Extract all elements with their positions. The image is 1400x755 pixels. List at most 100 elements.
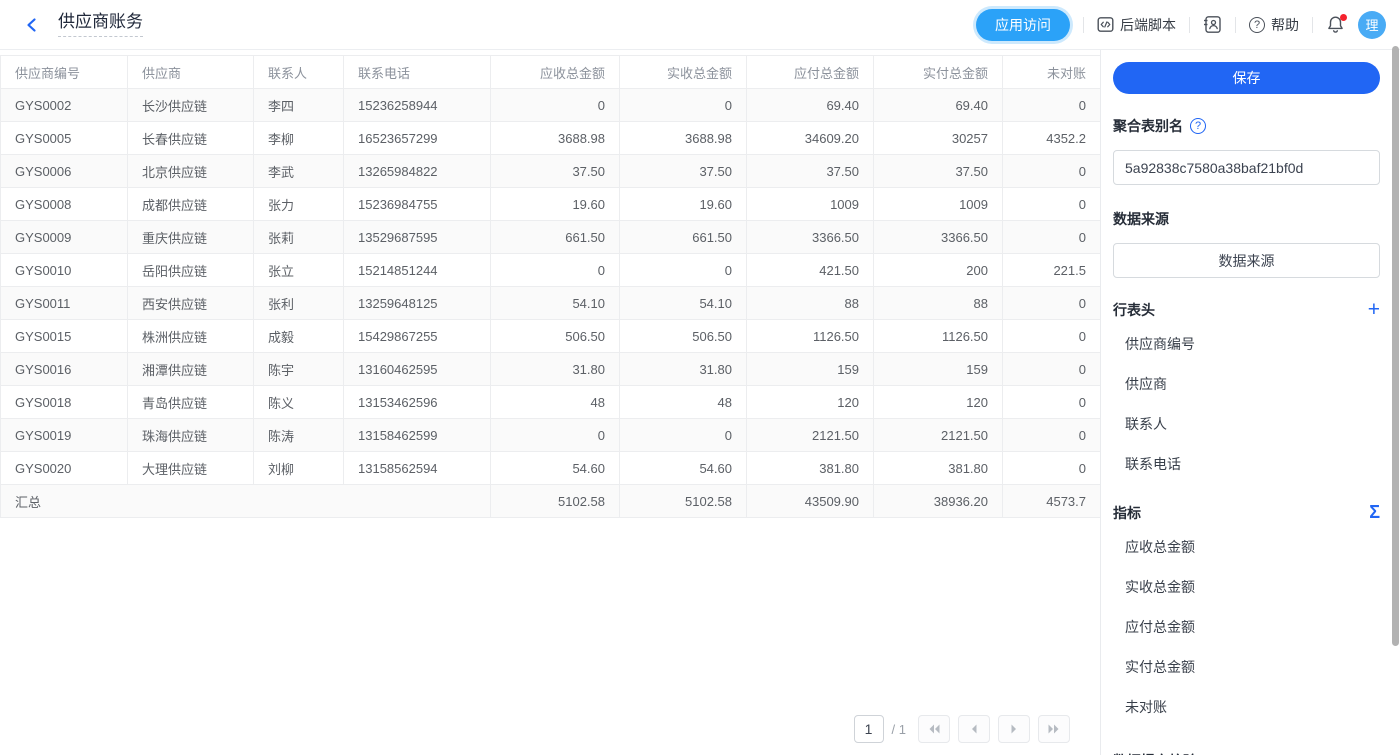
table-cell: 37.50: [620, 155, 747, 188]
table-cell: 48: [491, 386, 620, 419]
summary-value-cell: 38936.20: [874, 485, 1003, 518]
table-cell: 陈宇: [254, 353, 344, 386]
double-chevron-left-icon: [927, 723, 941, 735]
metric-item[interactable]: 未对账: [1113, 687, 1380, 727]
table-cell: 30257: [874, 122, 1003, 155]
table-cell: 0: [491, 419, 620, 452]
table-cell: 湘潭供应链: [128, 353, 254, 386]
table-cell: GYS0020: [1, 452, 128, 485]
summary-label-cell: 汇总: [1, 485, 491, 518]
add-row-header-icon[interactable]: +: [1368, 301, 1380, 319]
page-title[interactable]: 供应商账务: [58, 12, 143, 37]
table-cell: GYS0006: [1, 155, 128, 188]
metric-item[interactable]: 应收总金额: [1113, 527, 1380, 567]
datasource-label: 数据来源: [1113, 209, 1380, 229]
help-button[interactable]: ? 帮助: [1249, 15, 1299, 35]
alias-input[interactable]: [1113, 150, 1380, 185]
table-header: 供应商编号供应商联系人联系电话应收总金额实收总金额应付总金额实付总金额未对账: [1, 56, 1101, 89]
row-header-item[interactable]: 供应商编号: [1113, 324, 1380, 364]
table-cell: 张力: [254, 188, 344, 221]
divider: [1189, 17, 1190, 33]
column-header: 联系电话: [344, 56, 491, 89]
table-cell: 0: [620, 254, 747, 287]
table-cell: 13158462599: [344, 419, 491, 452]
table-cell: 37.50: [491, 155, 620, 188]
table-cell: 48: [620, 386, 747, 419]
table-cell: 0: [1003, 287, 1101, 320]
avatar[interactable]: 理: [1358, 11, 1386, 39]
table-cell: 506.50: [491, 320, 620, 353]
alias-section-label: 聚合表别名 ?: [1113, 116, 1380, 136]
table-cell: 西安供应链: [128, 287, 254, 320]
next-page-button[interactable]: [998, 715, 1030, 743]
scrollbar-thumb[interactable]: [1392, 46, 1399, 646]
row-header-item[interactable]: 联系电话: [1113, 444, 1380, 484]
column-header: 供应商: [128, 56, 254, 89]
metric-item[interactable]: 实收总金额: [1113, 567, 1380, 607]
column-header: 应收总金额: [491, 56, 620, 89]
table-cell: 张莉: [254, 221, 344, 254]
chevron-left-icon: [969, 723, 979, 735]
table-summary: 汇总5102.585102.5843509.9038936.204573.7: [1, 485, 1101, 518]
table-cell: 2121.50: [747, 419, 874, 452]
table-cell: 159: [874, 353, 1003, 386]
backend-script-button[interactable]: 后端脚本: [1097, 15, 1176, 35]
table-cell: 成都供应链: [128, 188, 254, 221]
table-cell: 15214851244: [344, 254, 491, 287]
table-cell: 0: [1003, 221, 1101, 254]
summary-row: 汇总5102.585102.5843509.9038936.204573.7: [1, 485, 1101, 518]
notification-button[interactable]: [1326, 15, 1345, 34]
table-row: GYS0011西安供应链张利1325964812554.1054.1088880: [1, 287, 1101, 320]
table-cell: 张立: [254, 254, 344, 287]
validation-label: 数据提交校验: [1113, 751, 1380, 755]
metric-item[interactable]: 应付总金额: [1113, 607, 1380, 647]
table-cell: 0: [491, 254, 620, 287]
table-cell: 青岛供应链: [128, 386, 254, 419]
table-cell: 0: [1003, 89, 1101, 122]
summary-value-cell: 4573.7: [1003, 485, 1101, 518]
summary-value-cell: 5102.58: [620, 485, 747, 518]
table-row: GYS0002长沙供应链李四152362589440069.4069.400: [1, 89, 1101, 122]
table-cell: 15236258944: [344, 89, 491, 122]
table-cell: 88: [874, 287, 1003, 320]
previous-page-button[interactable]: [958, 715, 990, 743]
table-cell: 37.50: [747, 155, 874, 188]
table-cell: 长沙供应链: [128, 89, 254, 122]
current-page-box[interactable]: 1: [854, 715, 884, 743]
sigma-icon[interactable]: Σ: [1369, 502, 1380, 523]
table-cell: 88: [747, 287, 874, 320]
alias-label: 聚合表别名: [1113, 116, 1183, 136]
back-button[interactable]: [18, 11, 46, 39]
first-page-button[interactable]: [918, 715, 950, 743]
column-header: 供应商编号: [1, 56, 128, 89]
table-cell: 16523657299: [344, 122, 491, 155]
table-row: GYS0015株洲供应链成毅15429867255506.50506.50112…: [1, 320, 1101, 353]
table-cell: 54.10: [491, 287, 620, 320]
metric-item[interactable]: 实付总金额: [1113, 647, 1380, 687]
app-access-button[interactable]: 应用访问: [976, 9, 1070, 41]
table-row: GYS0018青岛供应链陈义1315346259648481201200: [1, 386, 1101, 419]
column-header: 实付总金额: [874, 56, 1003, 89]
alias-help-icon[interactable]: ?: [1190, 118, 1206, 134]
table-cell: 陈涛: [254, 419, 344, 452]
last-page-button[interactable]: [1038, 715, 1070, 743]
table-cell: 381.80: [874, 452, 1003, 485]
chevron-left-icon: [24, 17, 40, 33]
contacts-button[interactable]: [1203, 15, 1222, 34]
table-cell: 506.50: [620, 320, 747, 353]
save-button[interactable]: 保存: [1113, 62, 1380, 94]
table-cell: GYS0019: [1, 419, 128, 452]
datasource-button[interactable]: 数据来源: [1113, 243, 1380, 278]
row-header-item[interactable]: 供应商: [1113, 364, 1380, 404]
table-cell: 13259648125: [344, 287, 491, 320]
table-cell: 69.40: [874, 89, 1003, 122]
table-cell: 19.60: [491, 188, 620, 221]
table-cell: GYS0008: [1, 188, 128, 221]
row-header-item[interactable]: 联系人: [1113, 404, 1380, 444]
table-cell: 13265984822: [344, 155, 491, 188]
top-bar-actions: 应用访问 后端脚本 ? 帮助: [976, 9, 1386, 41]
table-cell: GYS0009: [1, 221, 128, 254]
table-cell: 661.50: [620, 221, 747, 254]
table-cell: 13158562594: [344, 452, 491, 485]
table-cell: 31.80: [620, 353, 747, 386]
